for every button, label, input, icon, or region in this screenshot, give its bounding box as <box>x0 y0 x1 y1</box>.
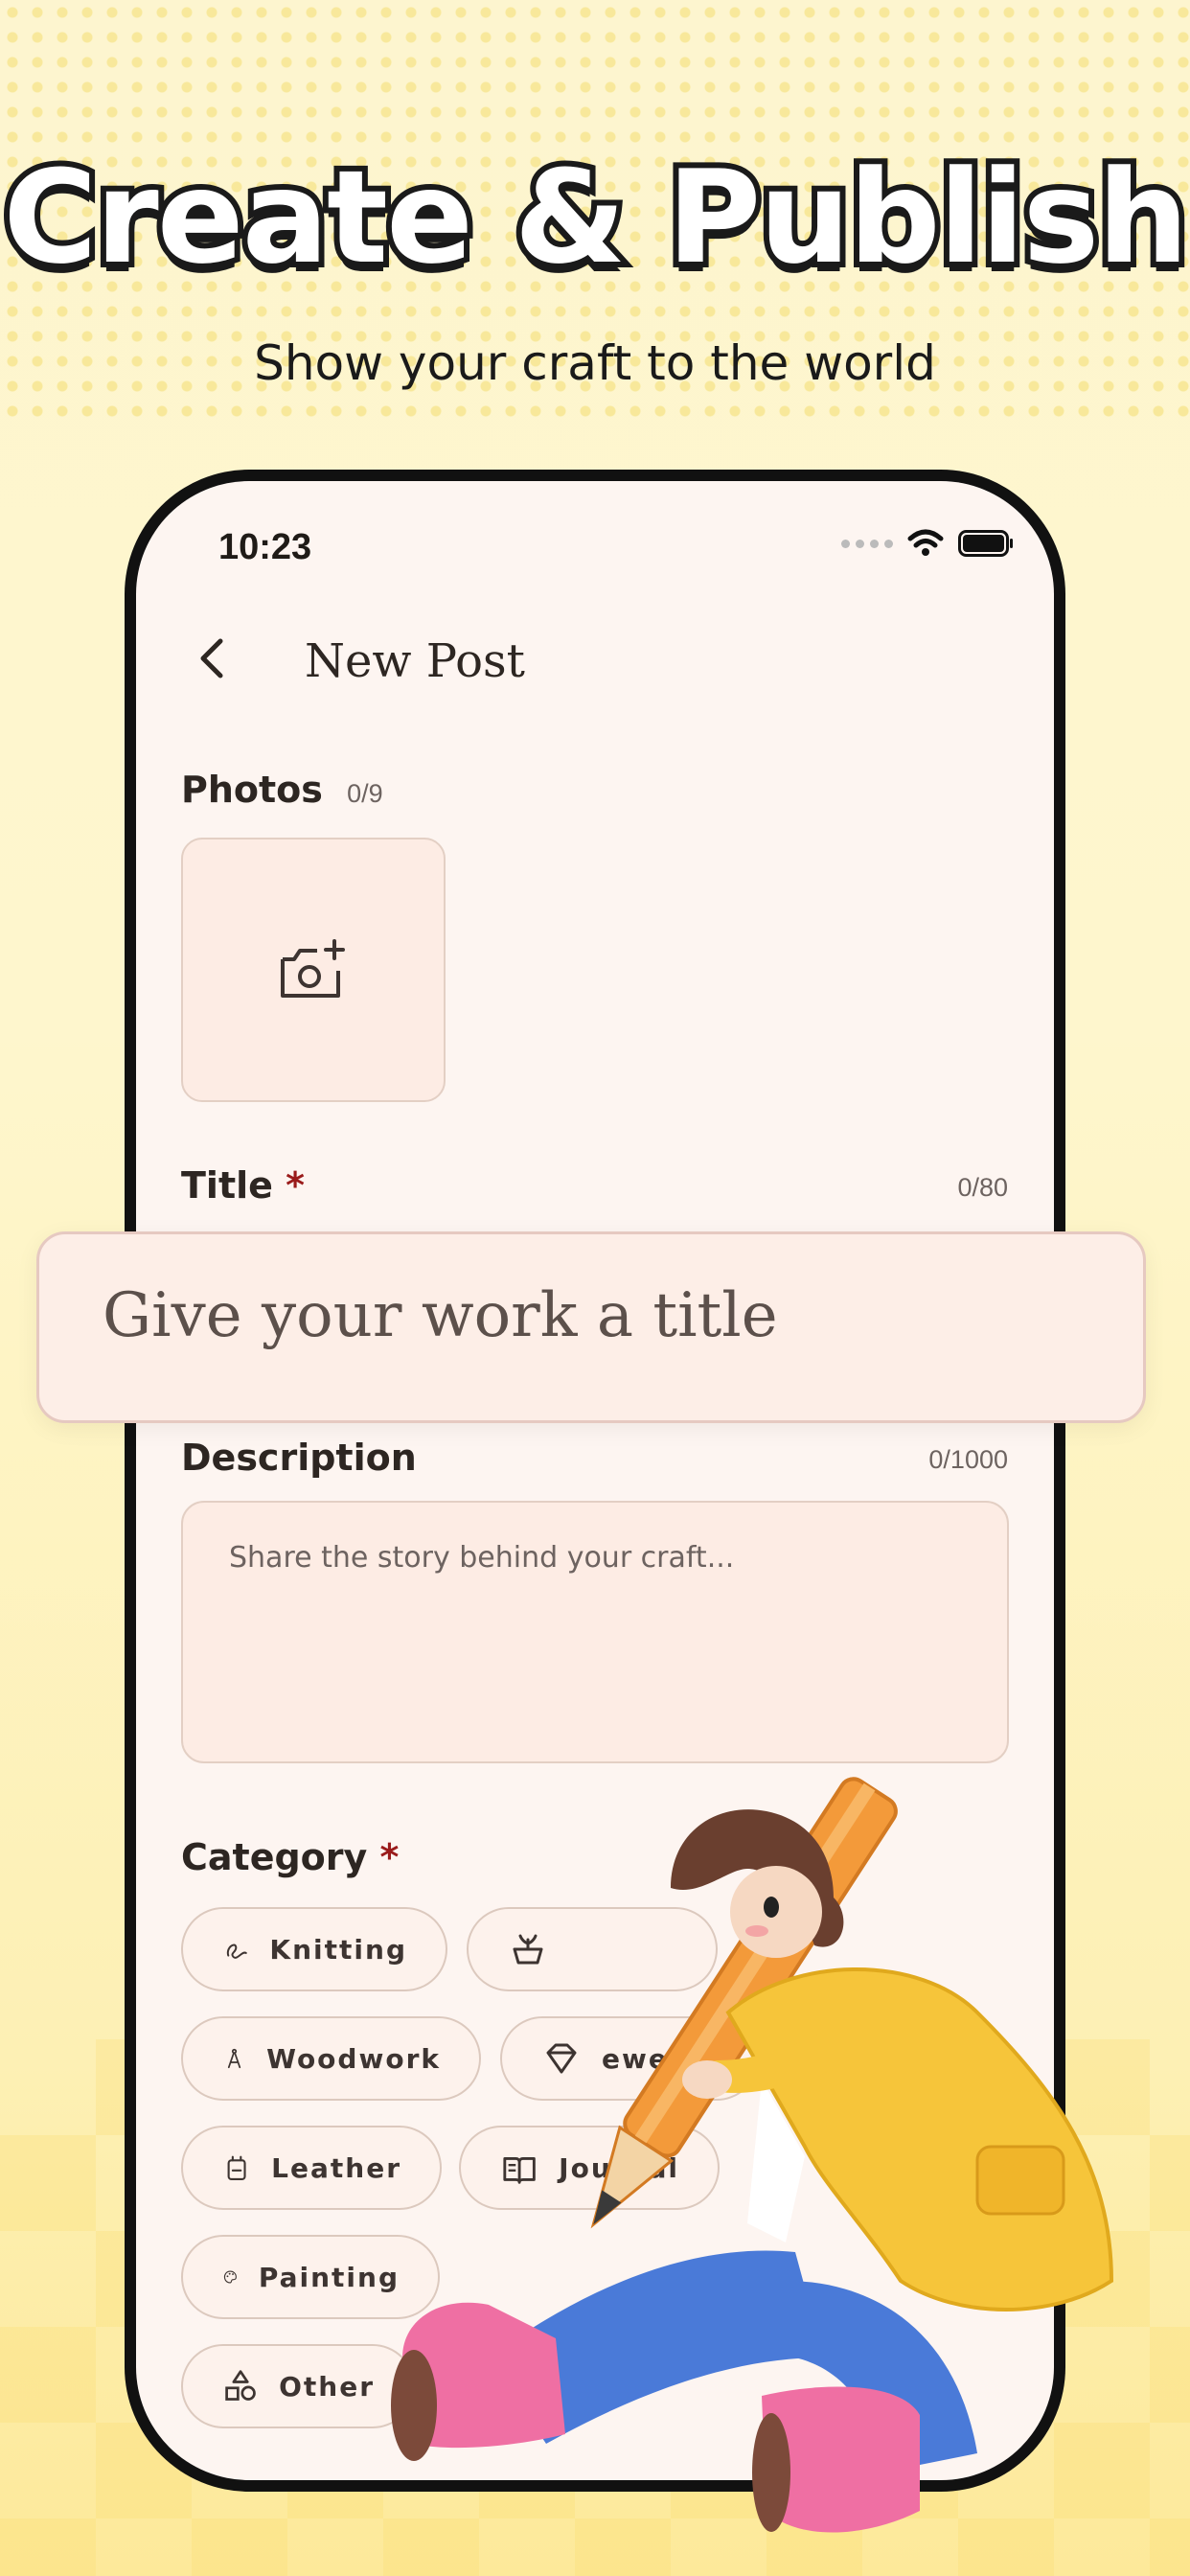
photos-counter: 0/9 <box>347 779 383 808</box>
title-label: Title <box>181 1164 273 1207</box>
add-camera-icon <box>281 939 345 998</box>
title-placeholder: Give your work a title <box>103 1280 778 1351</box>
signal-icon <box>841 539 893 548</box>
description-textarea[interactable]: Share the story behind your craft... <box>181 1501 1009 1763</box>
add-photo-button[interactable] <box>181 838 446 1102</box>
chip-label: Painting <box>258 2261 400 2293</box>
wifi-icon <box>907 529 944 556</box>
battery-icon <box>958 530 1013 557</box>
category-section-label: Category * <box>181 1836 399 1878</box>
yarn-icon <box>226 1944 247 1959</box>
description-placeholder: Share the story behind your craft... <box>229 1541 735 1575</box>
description-label: Description <box>181 1437 417 1479</box>
category-chip-other[interactable]: Other <box>181 2344 415 2428</box>
category-label: Category <box>181 1836 368 1878</box>
page-title: New Post <box>305 634 525 688</box>
status-icons <box>841 529 1014 558</box>
title-section-label: Title * <box>181 1164 305 1207</box>
chip-label: Other <box>279 2370 375 2403</box>
title-required-mark: * <box>286 1164 306 1207</box>
palette-icon <box>223 2270 237 2284</box>
back-chevron-icon[interactable] <box>186 630 243 687</box>
photos-label: Photos <box>181 769 323 811</box>
status-time: 10:23 <box>218 527 312 567</box>
promo-headline: Create & Publish <box>0 143 1190 292</box>
title-counter: 0/80 <box>957 1173 1008 1202</box>
description-counter: 0/1000 <box>928 1445 1008 1474</box>
shapes-icon <box>225 2370 256 2401</box>
chip-label: Leather <box>271 2151 401 2184</box>
title-input[interactable]: Give your work a title <box>36 1231 1146 1423</box>
photos-section-label: Photos 0/9 <box>181 769 383 811</box>
compass-icon <box>227 2048 241 2069</box>
bag-icon <box>227 2155 246 2181</box>
promo-subheadline: Show your craft to the world <box>254 335 936 391</box>
clay-mascot-illustration <box>391 1777 1114 2533</box>
